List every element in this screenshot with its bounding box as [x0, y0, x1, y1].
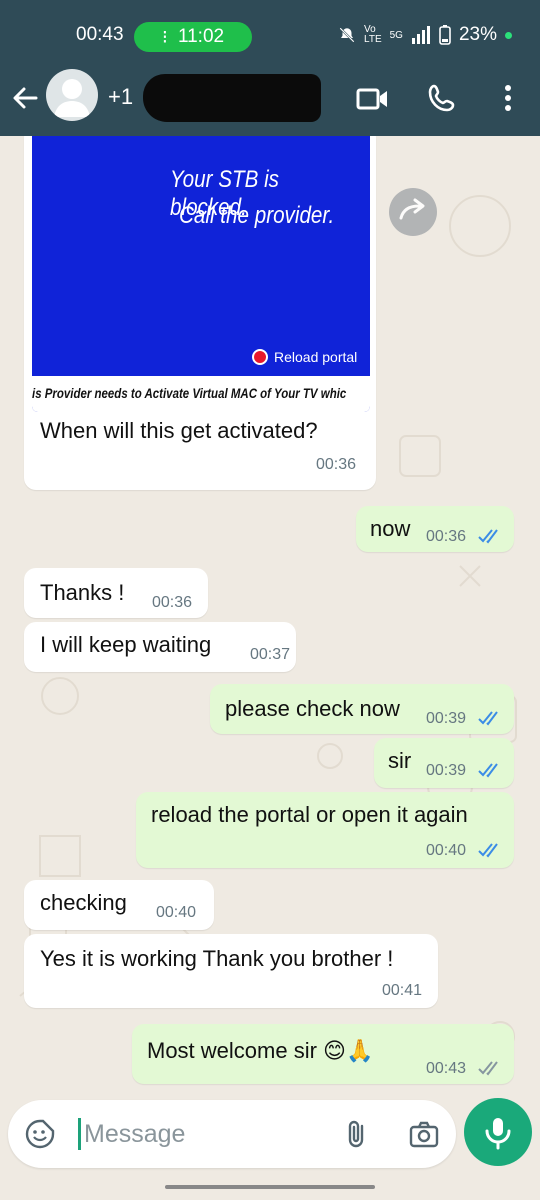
default-avatar-icon — [54, 79, 90, 117]
image-text-line2: Call the provider. — [179, 202, 335, 229]
message-bubble-out[interactable]: Most welcome sir 😊🙏 00:43 — [132, 1024, 514, 1084]
message-time: 00:41 — [382, 982, 423, 999]
image-reload-portal: Reload portal — [252, 349, 357, 365]
media-message-bubble[interactable]: Your STB is blocked. Call the provider. … — [24, 136, 376, 490]
contact-name[interactable]: +1 — [108, 84, 133, 110]
status-icons: Vo LTE 5G 23% — [338, 24, 512, 46]
message-time: 00:36 — [426, 528, 467, 545]
network-label: 5G — [389, 29, 403, 41]
message-time: 00:40 — [426, 842, 467, 859]
call-alert-icon: ⁝ — [161, 26, 168, 48]
mute-bell-icon — [339, 27, 355, 43]
ongoing-call-pill[interactable]: ⁝ 11:02 — [134, 22, 252, 52]
message-bubble-out[interactable]: reload the portal or open it again 00:40 — [136, 792, 514, 868]
chat-area[interactable]: Your STB is blocked. Call the provider. … — [0, 136, 540, 1094]
message-text: please check now — [225, 696, 400, 721]
message-bubble-in[interactable]: checking 00:40 — [24, 880, 214, 930]
message-bubble-out[interactable]: sir 00:39 — [374, 738, 514, 788]
message-text: reload the portal or open it again — [151, 802, 468, 827]
chat-header: +1 — [0, 64, 540, 136]
message-text: Thanks ! — [40, 580, 125, 605]
message-bubble-out[interactable]: now 00:36 — [356, 506, 514, 552]
volte-icon: Vo LTE — [364, 24, 382, 45]
message-bubble-in[interactable]: I will keep waiting 00:37 — [24, 622, 296, 672]
battery-percent: 23% — [458, 24, 497, 45]
message-bubble-in[interactable]: Thanks ! 00:36 — [24, 568, 208, 618]
signal-icon — [411, 26, 430, 44]
message-time: 00:37 — [250, 646, 291, 663]
call-timer: 11:02 — [177, 26, 225, 47]
message-text: When will this get activated? — [40, 418, 318, 443]
record-dot-icon — [252, 349, 268, 365]
message-time: 00:39 — [426, 710, 467, 727]
more-options-icon[interactable] — [488, 78, 528, 118]
message-bubble-out[interactable]: please check now 00:39 — [210, 684, 514, 734]
message-time: 00:43 — [426, 1060, 467, 1077]
video-call-icon[interactable] — [352, 78, 392, 118]
forward-icon — [399, 198, 425, 220]
message-time: 00:36 — [152, 594, 193, 611]
privacy-dot — [505, 31, 512, 39]
message-text: I will keep waiting — [40, 632, 212, 657]
attach-icon[interactable] — [342, 1118, 374, 1150]
message-text: Most welcome sir 😊🙏 — [147, 1038, 374, 1063]
message-text: checking — [40, 890, 127, 915]
message-text: sir — [388, 748, 412, 773]
camera-icon[interactable] — [408, 1118, 440, 1150]
read-ticks-icon — [478, 711, 498, 726]
message-text: now — [370, 516, 411, 541]
message-time: 00:40 — [156, 904, 197, 921]
status-time: 00:43 — [76, 24, 124, 45]
gesture-nav-bar[interactable] — [165, 1185, 375, 1189]
status-bar: 00:43 ⁝ 11:02 Vo LTE 5G 23% — [0, 0, 540, 64]
read-ticks-icon — [478, 843, 498, 858]
microphone-icon — [485, 1118, 511, 1150]
delivered-ticks-icon — [478, 1061, 498, 1076]
phone-icon[interactable] — [422, 78, 462, 118]
message-bubble-in[interactable]: Yes it is working Thank you brother ! 00… — [24, 934, 438, 1008]
avatar[interactable] — [46, 69, 98, 121]
message-time: 00:39 — [426, 762, 467, 779]
image-reload-label: Reload portal — [274, 349, 358, 365]
forward-button[interactable] — [389, 188, 437, 236]
back-arrow-icon[interactable] — [8, 80, 44, 116]
message-time: 00:36 — [316, 456, 357, 473]
voice-message-button[interactable] — [464, 1098, 532, 1166]
sticker-icon[interactable] — [24, 1118, 56, 1150]
read-ticks-icon — [478, 529, 498, 544]
image-caption: is Provider needs to Activate Virtual MA… — [32, 385, 347, 401]
shared-image[interactable]: Your STB is blocked. Call the provider. … — [32, 136, 370, 412]
message-input[interactable]: Message — [84, 1120, 185, 1149]
read-ticks-icon — [478, 763, 498, 778]
message-text: Yes it is working Thank you brother ! — [40, 946, 394, 971]
redacted-contact-number — [143, 74, 321, 122]
battery-icon — [439, 25, 451, 45]
message-composer[interactable]: Message — [8, 1100, 456, 1168]
text-caret — [78, 1118, 81, 1150]
